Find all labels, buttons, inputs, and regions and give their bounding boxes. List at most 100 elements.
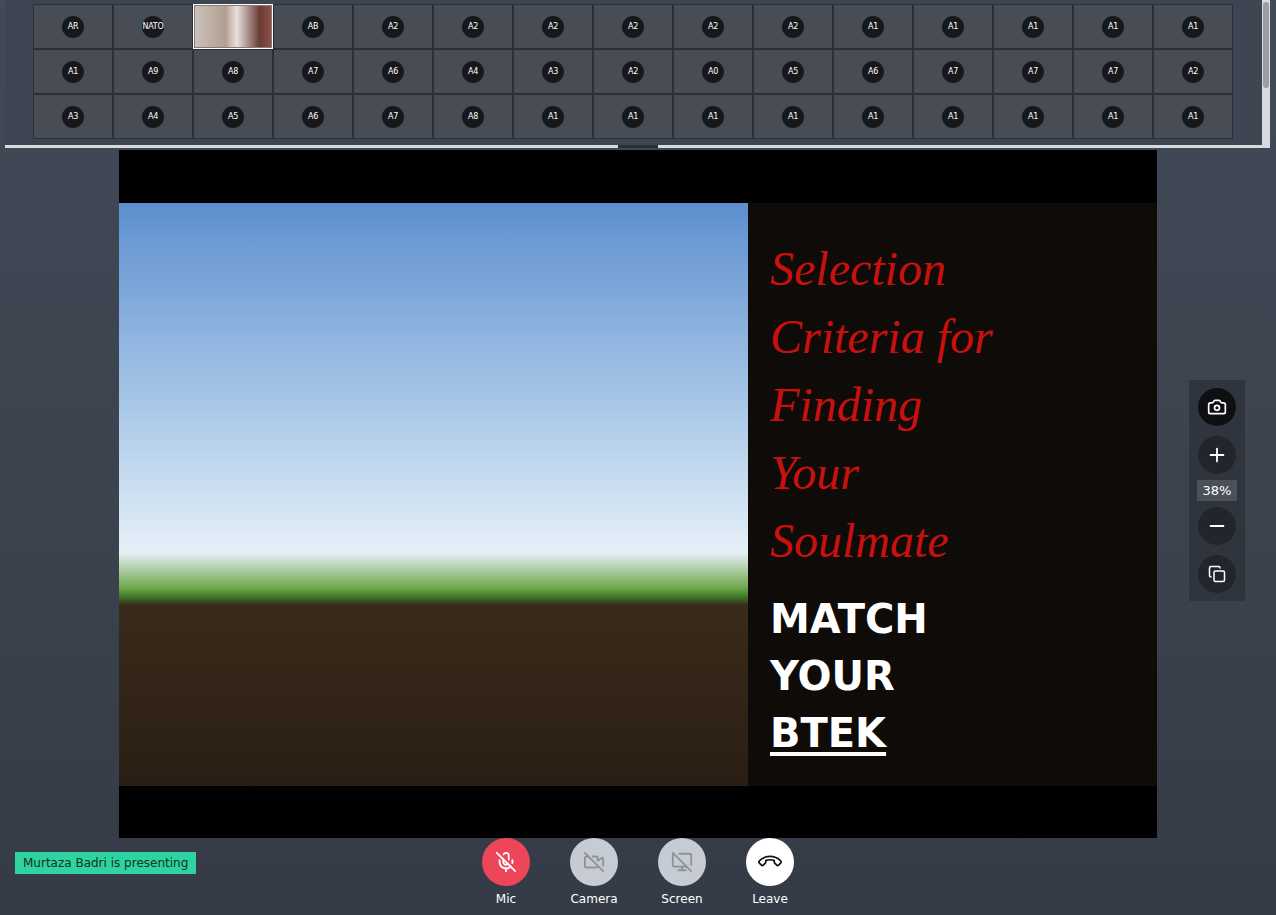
participant-tile[interactable]: A2 <box>513 4 593 49</box>
participant-avatar: A6 <box>862 61 884 83</box>
participant-tile[interactable]: A6 <box>353 49 433 94</box>
participant-tile[interactable]: A1 <box>593 94 673 139</box>
participant-avatar: A3 <box>542 61 564 83</box>
participant-tile[interactable]: A5 <box>193 94 273 139</box>
participant-avatar: A1 <box>1182 16 1204 38</box>
participant-tile[interactable]: A5 <box>753 49 833 94</box>
slide: SelectionCriteria forFindingYourSoulmate… <box>119 203 1157 786</box>
participant-tile[interactable]: A1 <box>913 94 993 139</box>
participant-tile[interactable]: A7 <box>353 94 433 139</box>
participant-avatar: A7 <box>1022 61 1044 83</box>
participant-tile[interactable]: A3 <box>513 49 593 94</box>
participant-avatar: A1 <box>622 106 644 128</box>
scrollbar-thumb[interactable] <box>1263 2 1269 88</box>
presenter-banner: Murtaza Badri is presenting <box>15 852 196 874</box>
participant-tile[interactable]: A1 <box>993 94 1073 139</box>
participant-tile[interactable]: A1 <box>1073 94 1153 139</box>
participant-tile[interactable]: A2 <box>753 4 833 49</box>
participant-avatar: A1 <box>1102 106 1124 128</box>
participant-tile[interactable]: A1 <box>833 4 913 49</box>
participant-tile[interactable]: A1 <box>1153 4 1233 49</box>
participant-tile[interactable]: A1 <box>993 4 1073 49</box>
participant-tile[interactable] <box>193 4 273 49</box>
participant-tile[interactable]: A6 <box>273 94 353 139</box>
participant-avatar: AB <box>302 16 324 38</box>
participant-avatar: A1 <box>1022 16 1044 38</box>
zoom-in-button[interactable] <box>1198 436 1236 474</box>
control-circle[interactable] <box>570 838 618 886</box>
participant-tile[interactable]: A1 <box>913 4 993 49</box>
participant-tile[interactable]: A8 <box>433 94 513 139</box>
participant-tile[interactable]: AR <box>33 4 113 49</box>
leave-button[interactable]: Leave <box>746 838 794 906</box>
participant-tile[interactable]: A1 <box>33 49 113 94</box>
participant-tile[interactable]: A2 <box>433 4 513 49</box>
participant-avatar: A1 <box>62 61 84 83</box>
participant-avatar: A4 <box>142 106 164 128</box>
plus-icon <box>1206 444 1228 466</box>
participant-tile[interactable]: A1 <box>673 94 753 139</box>
participant-avatar: A2 <box>382 16 404 38</box>
participant-avatar: A1 <box>1102 16 1124 38</box>
participant-tile[interactable]: AB <box>273 4 353 49</box>
participant-tile[interactable]: A1 <box>753 94 833 139</box>
slide-title-line: Your <box>770 439 1157 507</box>
participant-tile[interactable]: A7 <box>1073 49 1153 94</box>
participant-tile[interactable]: A2 <box>593 49 673 94</box>
participant-tile[interactable]: A1 <box>513 94 593 139</box>
participant-tile[interactable]: A2 <box>673 4 753 49</box>
zoom-reading: 38% <box>1197 480 1238 501</box>
zoom-out-button[interactable] <box>1198 507 1236 545</box>
participant-tile[interactable]: A4 <box>433 49 513 94</box>
participant-tile[interactable]: A1 <box>1153 94 1233 139</box>
participant-tile[interactable]: A4 <box>113 94 193 139</box>
mic-button[interactable]: Mic <box>482 838 530 906</box>
presentation-stage: SelectionCriteria forFindingYourSoulmate… <box>119 150 1157 838</box>
participant-avatar: A1 <box>782 106 804 128</box>
participant-tile[interactable]: A2 <box>593 4 673 49</box>
participant-tile[interactable]: A1 <box>1073 4 1153 49</box>
participant-tile[interactable]: A1 <box>833 94 913 139</box>
screen-button[interactable]: Screen <box>658 838 706 906</box>
participant-avatar: A7 <box>302 61 324 83</box>
resize-handle[interactable] <box>618 145 658 148</box>
participant-avatar: A5 <box>222 106 244 128</box>
camera-button[interactable]: Camera <box>570 838 618 906</box>
copy-icon <box>1208 565 1226 583</box>
control-circle[interactable] <box>482 838 530 886</box>
video-thumbnail <box>195 6 271 47</box>
participant-tile[interactable]: A9 <box>113 49 193 94</box>
control-circle[interactable] <box>658 838 706 886</box>
slide-text: SelectionCriteria forFindingYourSoulmate… <box>748 203 1157 786</box>
participant-avatar: NATO <box>142 16 164 38</box>
participant-tile[interactable]: A2 <box>1153 49 1233 94</box>
bottom-bar: Murtaza Badri is presenting Mic Camera Scre… <box>0 838 1276 915</box>
participant-tile[interactable]: A0 <box>673 49 753 94</box>
participant-tile[interactable]: A6 <box>833 49 913 94</box>
participant-tile[interactable]: A7 <box>273 49 353 94</box>
slide-title-line: Soulmate <box>770 507 1157 575</box>
participant-avatar: A3 <box>62 106 84 128</box>
participant-avatar: A1 <box>1182 106 1204 128</box>
participant-tile[interactable]: A7 <box>993 49 1073 94</box>
participant-avatar: A2 <box>542 16 564 38</box>
participant-avatar: A7 <box>382 106 404 128</box>
participant-tile[interactable]: A8 <box>193 49 273 94</box>
participant-avatar: A8 <box>222 61 244 83</box>
zoom-panel: 38% <box>1189 380 1245 601</box>
control-circle[interactable] <box>746 838 794 886</box>
participant-avatar: A8 <box>462 106 484 128</box>
participant-tile[interactable]: A2 <box>353 4 433 49</box>
participant-tile[interactable]: A7 <box>913 49 993 94</box>
control-label: Leave <box>752 892 788 906</box>
popout-button[interactable] <box>1198 555 1236 593</box>
participant-tile[interactable]: NATO <box>113 4 193 49</box>
slide-subtitle-line: BTEK <box>770 705 1157 762</box>
participant-tile[interactable]: A3 <box>33 94 113 139</box>
participant-avatar: A7 <box>1102 61 1124 83</box>
participant-avatar: A9 <box>142 61 164 83</box>
snapshot-button[interactable] <box>1198 388 1236 426</box>
scrollbar[interactable] <box>1262 0 1270 145</box>
call-controls: Mic Camera Screen Leave <box>482 838 794 906</box>
participant-avatar: A5 <box>782 61 804 83</box>
